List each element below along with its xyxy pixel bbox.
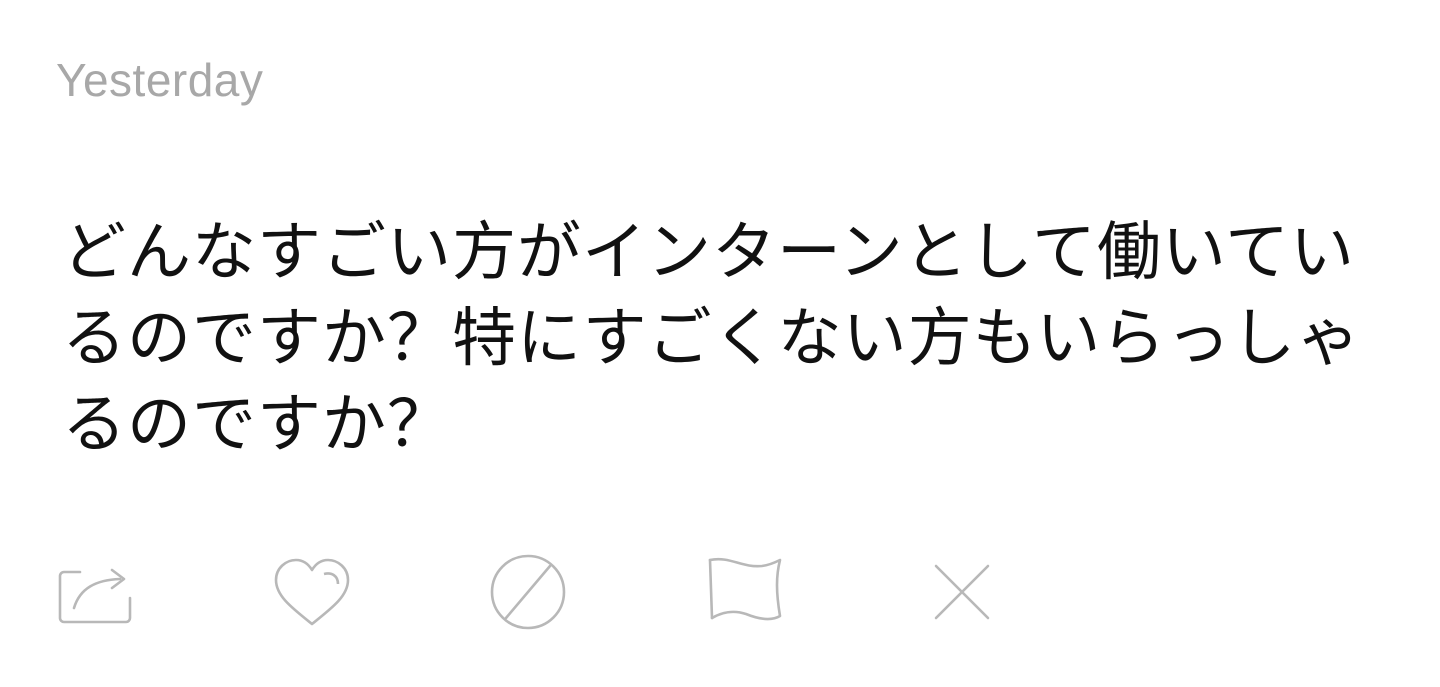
report-button[interactable]	[706, 552, 786, 632]
post-timestamp: Yesterday	[56, 54, 264, 106]
dismiss-button[interactable]	[922, 552, 1002, 632]
flag-icon	[706, 552, 786, 632]
block-icon	[488, 552, 568, 632]
share-button[interactable]	[56, 552, 136, 632]
like-button[interactable]	[272, 552, 352, 632]
pass-button[interactable]	[488, 552, 568, 632]
action-bar	[56, 552, 1016, 632]
share-icon	[56, 552, 136, 632]
heart-icon	[272, 552, 352, 632]
question-text: どんなすごい方がインターンとして働いているのですか？特にすごくない方もいらっしゃ…	[62, 216, 1362, 462]
close-icon	[922, 552, 1002, 632]
